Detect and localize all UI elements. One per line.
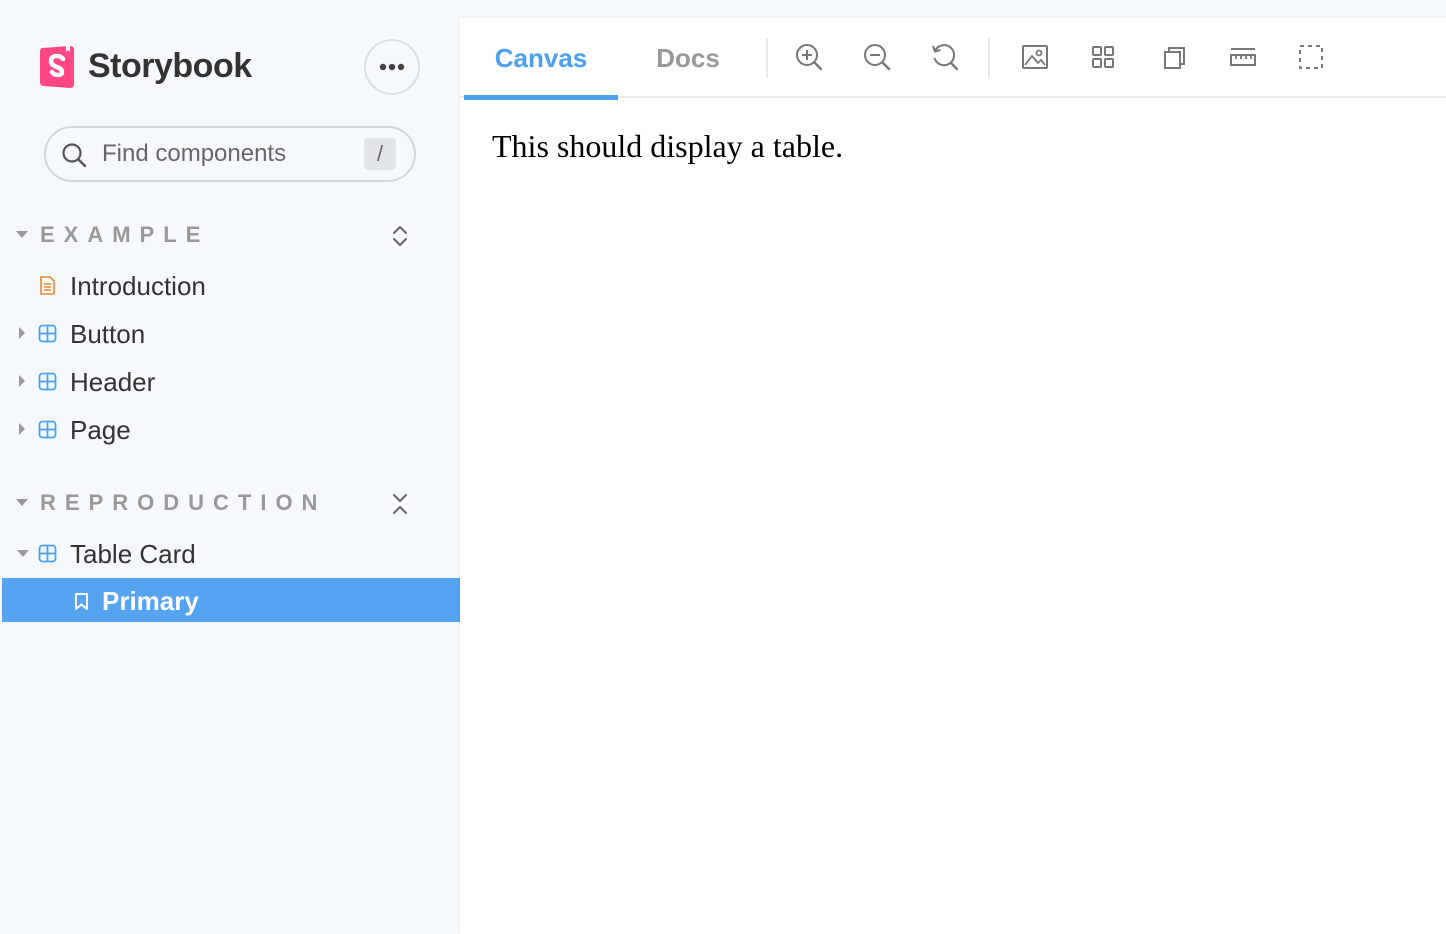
brand-name: Storybook [88, 46, 252, 85]
document-icon [40, 276, 55, 295]
zoom-reset-icon [932, 44, 959, 71]
search-shortcut-key: / [364, 138, 396, 170]
caret-right-icon [19, 423, 25, 435]
toolbar: Canvas Docs [460, 18, 1446, 100]
sidebar-item-label: Primary [102, 586, 199, 616]
grid-icon [1092, 46, 1114, 68]
section-header-reproduction[interactable]: REPRODUCTION [0, 487, 460, 521]
zoom-out-icon [864, 44, 891, 71]
viewport-button[interactable] [1160, 42, 1190, 72]
section-title: REPRODUCTION [40, 490, 327, 515]
sidebar-item-introduction[interactable]: Introduction [0, 263, 460, 307]
zoom-in-button[interactable] [794, 42, 824, 72]
sidebar: Storybook / EXAMPLE Introducti [0, 0, 460, 934]
preview-panel: Canvas Docs This should display a table. [460, 18, 1446, 934]
zoom-in-icon [796, 44, 823, 71]
more-options-button[interactable] [364, 39, 420, 95]
measure-icon [1230, 48, 1256, 66]
component-icon [38, 372, 57, 391]
viewport-icon [1164, 47, 1185, 69]
caret-right-icon [19, 375, 25, 387]
component-icon [38, 544, 57, 563]
sidebar-item-label: Button [70, 319, 146, 349]
story-content-text: This should display a table. [492, 128, 844, 164]
zoom-out-button[interactable] [862, 42, 892, 72]
sidebar-item-header[interactable]: Header [0, 359, 460, 403]
tab-docs[interactable]: Docs [618, 18, 758, 98]
component-icon [38, 324, 57, 343]
sidebar-item-label: Page [70, 415, 131, 445]
outline-button[interactable] [1296, 42, 1326, 72]
collapse-all-icon[interactable] [390, 491, 410, 517]
section-header-example[interactable]: EXAMPLE [0, 219, 460, 253]
outline-icon [1299, 45, 1323, 69]
sidebar-item-label: Table Card [70, 539, 196, 569]
component-icon [38, 420, 57, 439]
toolbar-divider [988, 38, 990, 78]
caret-right-icon [19, 327, 25, 339]
sidebar-item-label: Header [70, 367, 156, 397]
expand-all-icon[interactable] [390, 223, 410, 249]
sidebar-item-primary[interactable]: Primary [2, 578, 460, 622]
background-button[interactable] [1020, 42, 1050, 72]
tab-canvas[interactable]: Canvas [464, 18, 618, 100]
caret-down-icon [16, 231, 28, 238]
section-title: EXAMPLE [40, 222, 210, 247]
storybook-logo-icon [40, 46, 74, 88]
sidebar-item-button[interactable]: Button [0, 311, 460, 355]
sidebar-item-label: Introduction [70, 271, 206, 301]
search-box[interactable]: / [44, 126, 416, 182]
ellipsis-icon [379, 63, 405, 71]
search-input[interactable] [102, 136, 352, 172]
caret-down-icon [16, 499, 28, 506]
brand[interactable]: Storybook [40, 44, 252, 88]
grid-button[interactable] [1088, 42, 1118, 72]
bookmark-icon [75, 593, 88, 610]
search-icon [62, 143, 87, 168]
sidebar-item-page[interactable]: Page [0, 407, 460, 451]
toolbar-divider [766, 38, 768, 78]
caret-down-icon [17, 550, 29, 557]
sidebar-item-table-card[interactable]: Table Card [0, 531, 460, 575]
measure-button[interactable] [1228, 42, 1258, 72]
zoom-reset-button[interactable] [930, 42, 960, 72]
background-icon [1022, 45, 1048, 69]
